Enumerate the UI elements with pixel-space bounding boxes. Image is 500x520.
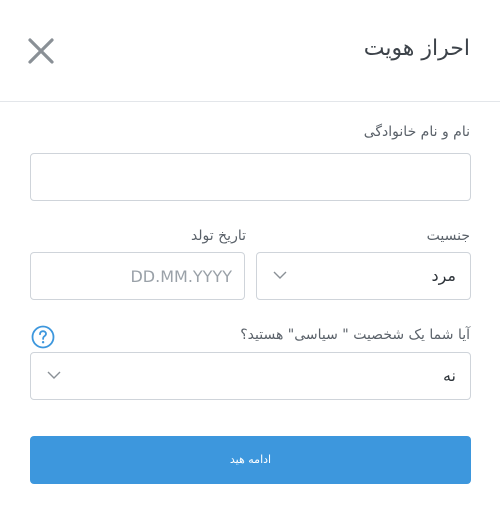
birth-date-field — [30, 252, 245, 300]
page-title: احراز هویت — [363, 36, 470, 61]
birth-date-input[interactable] — [31, 253, 244, 299]
header: احراز هویت — [0, 0, 500, 102]
question-circle-icon[interactable] — [31, 325, 55, 349]
gender-label: جنسیت — [426, 228, 470, 244]
birth-date-label: تاریخ تولد — [190, 228, 246, 244]
political-select[interactable]: نه — [30, 352, 471, 400]
continue-button[interactable]: ادامه هید — [30, 436, 471, 484]
chevron-down-icon — [273, 271, 287, 279]
chevron-down-icon — [47, 371, 61, 379]
gender-selected-value: مرد — [431, 266, 456, 285]
close-button[interactable] — [26, 36, 56, 66]
full-name-input[interactable] — [31, 154, 470, 200]
gender-select[interactable]: مرد — [256, 252, 471, 300]
close-icon — [28, 38, 54, 64]
full-name-label: نام و نام خانوادگی — [363, 124, 470, 140]
political-label: آیا شما یک شخصیت " سیاسی" هستید؟ — [240, 327, 470, 343]
political-selected-value: نه — [442, 366, 456, 385]
full-name-field — [30, 153, 471, 201]
